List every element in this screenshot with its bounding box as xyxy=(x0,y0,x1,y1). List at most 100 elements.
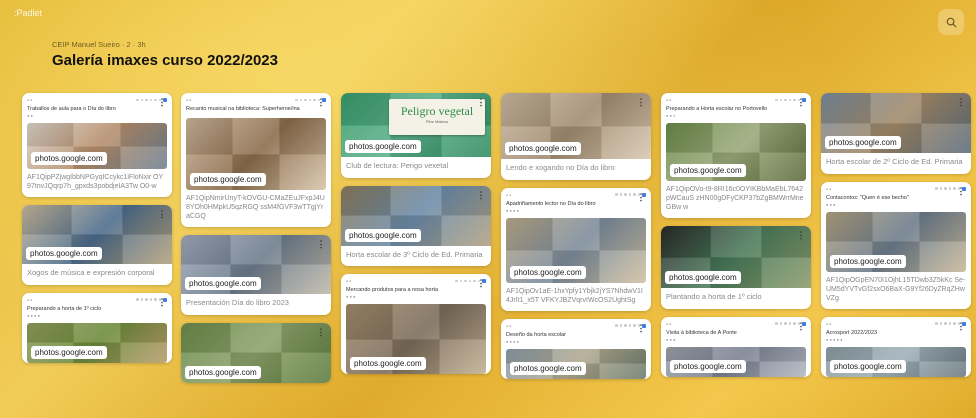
photo-tile xyxy=(281,353,331,383)
post-menu-button[interactable]: ⋮ xyxy=(476,278,486,288)
post-card[interactable]: ● ● Apadriñamento lector no Día do libro ●… xyxy=(501,187,651,311)
photo-tile xyxy=(920,211,966,241)
search-button[interactable] xyxy=(938,9,964,35)
photo-tile xyxy=(27,322,73,342)
post-subtitle: ● ● ● ● ● xyxy=(826,336,843,342)
post-menu-button[interactable]: ⋮ xyxy=(316,327,326,337)
post-card[interactable]: ● ● Deseño da horta escolar ● ● ● ● photos.… xyxy=(501,318,651,379)
post-column: photos.google.com ⋮ Lendo e xogando no Día… xyxy=(501,93,651,387)
post-menu-button[interactable]: ⋮ xyxy=(956,321,966,331)
toolbar-dot xyxy=(619,193,622,196)
link-label[interactable]: photos.google.com xyxy=(26,247,102,260)
post-menu-button[interactable]: ⋮ xyxy=(157,209,167,219)
post-card[interactable]: ● ● Traballos de aula para o Día do libro… xyxy=(22,93,172,197)
toolbar-dot xyxy=(948,187,951,190)
post-card[interactable]: photos.google.com ⋮ Plantando a horta de 1… xyxy=(661,226,811,309)
post-image[interactable]: photos.google.com xyxy=(821,93,971,153)
post-image[interactable]: photos.google.com xyxy=(27,123,167,169)
toolbar-dot xyxy=(944,322,947,325)
post-image[interactable]: photos.google.com xyxy=(666,123,806,181)
post-subtitle: ● ● ● ● xyxy=(506,207,519,213)
link-label[interactable]: photos.google.com xyxy=(830,359,906,373)
toolbar-dot xyxy=(145,298,148,301)
post-card[interactable]: ● ● Mercando produtos para a nosa horta ● … xyxy=(341,274,491,374)
post-card[interactable]: ● ● Preparando a Horta escolar no Portove… xyxy=(661,93,811,218)
post-menu-button[interactable]: ⋮ xyxy=(476,97,486,107)
post-image[interactable]: photos.google.com xyxy=(506,217,646,283)
link-label[interactable]: photos.google.com xyxy=(31,345,107,359)
post-image[interactable]: photos.google.com xyxy=(27,322,167,363)
toolbar-dot xyxy=(788,98,791,102)
post-image[interactable]: photos.google.com xyxy=(506,348,646,379)
post-caption: Horta escolar de 2º Ciclo de Ed. Primari… xyxy=(826,157,963,166)
link-label[interactable]: photos.google.com xyxy=(665,271,741,284)
link-label[interactable]: photos.google.com xyxy=(345,140,421,153)
post-image[interactable]: photos.google.com xyxy=(661,226,811,288)
post-menu-button[interactable]: ⋮ xyxy=(956,97,966,107)
link-label[interactable]: photos.google.com xyxy=(350,357,426,370)
post-column: ● ● Preparando a Horta escolar no Portove… xyxy=(661,93,811,385)
post-header: ● ● xyxy=(821,317,971,328)
post-menu-button[interactable]: ⋮ xyxy=(316,239,326,249)
post-image[interactable]: photos.google.com xyxy=(22,205,172,264)
post-menu-button[interactable]: ⋮ xyxy=(636,192,646,202)
post-column: photos.google.com ⋮ Horta escolar de 2º Ci… xyxy=(821,93,971,385)
link-label[interactable]: photos.google.com xyxy=(510,265,586,279)
post-image[interactable]: photos.google.com xyxy=(341,185,491,246)
post-card[interactable]: ● ● Visita á biblioteca de A Ponte ● ● ● ph… xyxy=(661,316,811,377)
post-image[interactable]: photos.google.com xyxy=(826,346,966,377)
post-card[interactable]: ● ● Preparando a horta de 1º ciclo ● ● ● ●… xyxy=(22,292,172,363)
post-menu-button[interactable]: ⋮ xyxy=(636,97,646,107)
link-label[interactable]: photos.google.com xyxy=(510,361,586,375)
post-image[interactable]: photos.google.com xyxy=(181,235,331,294)
photo-tile xyxy=(553,348,599,363)
post-menu-button[interactable]: ⋮ xyxy=(476,190,486,200)
post-title: Preparando a Horta escolar no Portovello xyxy=(666,106,768,112)
post-card[interactable]: photos.google.com ⋮ Horta escolar de 2º Ci… xyxy=(821,93,971,174)
photo-tile xyxy=(760,123,806,152)
photo-tile xyxy=(600,217,646,250)
link-label[interactable]: photos.google.com xyxy=(670,164,746,177)
link-label[interactable]: photos.google.com xyxy=(185,277,261,290)
padlet-logo[interactable]: :Padlet xyxy=(14,8,42,18)
post-menu-button[interactable]: ⋮ xyxy=(796,230,806,240)
post-card[interactable]: photos.google.com ⋮ Xogos de música e expr… xyxy=(22,205,172,285)
post-image[interactable]: photos.google.com xyxy=(186,118,326,190)
post-menu-button[interactable]: ⋮ xyxy=(796,321,806,331)
post-menu-button[interactable]: ⋮ xyxy=(796,97,806,107)
post-header: ● ● xyxy=(341,274,491,285)
post-image[interactable]: photos.google.com xyxy=(181,322,331,383)
post-menu-button[interactable]: ⋮ xyxy=(157,297,167,307)
post-menu-button[interactable]: ⋮ xyxy=(157,97,167,107)
link-label[interactable]: photos.google.com xyxy=(185,365,261,379)
link-label[interactable]: photos.google.com xyxy=(345,228,421,242)
post-card[interactable]: photos.google.com ⋮ Horta escolar de 3º Ci… xyxy=(341,185,491,266)
link-label[interactable]: photos.google.com xyxy=(505,142,581,155)
post-image[interactable]: photos.google.com xyxy=(666,346,806,377)
post-card[interactable]: photos.google.com ⋮ Lendo e xogando no Día… xyxy=(501,93,651,180)
post-author: ● ● xyxy=(27,297,33,302)
link-label[interactable]: photos.google.com xyxy=(830,254,906,268)
link-label[interactable]: photos.google.com xyxy=(31,152,107,165)
post-image[interactable]: photos.google.com xyxy=(346,304,486,374)
post-card[interactable]: ● ● Acrosport 2022/2023 ● ● ● ● ● photos.go… xyxy=(821,316,971,377)
photo-tile xyxy=(440,339,486,374)
post-author: ● ● xyxy=(666,98,672,102)
post-card[interactable]: Peligro vegetal Pilar Mateos photos.google… xyxy=(341,93,491,178)
link-label[interactable]: photos.google.com xyxy=(190,173,266,186)
post-menu-button[interactable]: ⋮ xyxy=(956,186,966,196)
book-cover: Peligro vegetal Pilar Mateos xyxy=(389,99,485,135)
post-card[interactable]: ● ● Contacontos: "Quen é ese becho" ● ● ● p… xyxy=(821,181,971,309)
post-menu-button[interactable]: ⋮ xyxy=(316,97,326,107)
post-image[interactable]: Peligro vegetal Pilar Mateos photos.google… xyxy=(341,93,491,157)
post-image[interactable]: photos.google.com xyxy=(501,93,651,159)
photo-tile xyxy=(920,346,966,361)
post-card[interactable]: photos.google.com ⋮ Presentación Día do li… xyxy=(181,235,331,315)
post-card[interactable]: ● ● Recanto musical na biblioteca: Superh… xyxy=(181,93,331,227)
post-card[interactable]: photos.google.com ⋮ xyxy=(181,322,331,383)
link-label[interactable]: photos.google.com xyxy=(825,136,901,149)
post-image[interactable]: photos.google.com xyxy=(826,211,966,272)
link-label[interactable]: photos.google.com xyxy=(670,359,746,373)
post-menu-button[interactable]: ⋮ xyxy=(636,323,646,333)
toolbar-dot xyxy=(149,298,152,301)
